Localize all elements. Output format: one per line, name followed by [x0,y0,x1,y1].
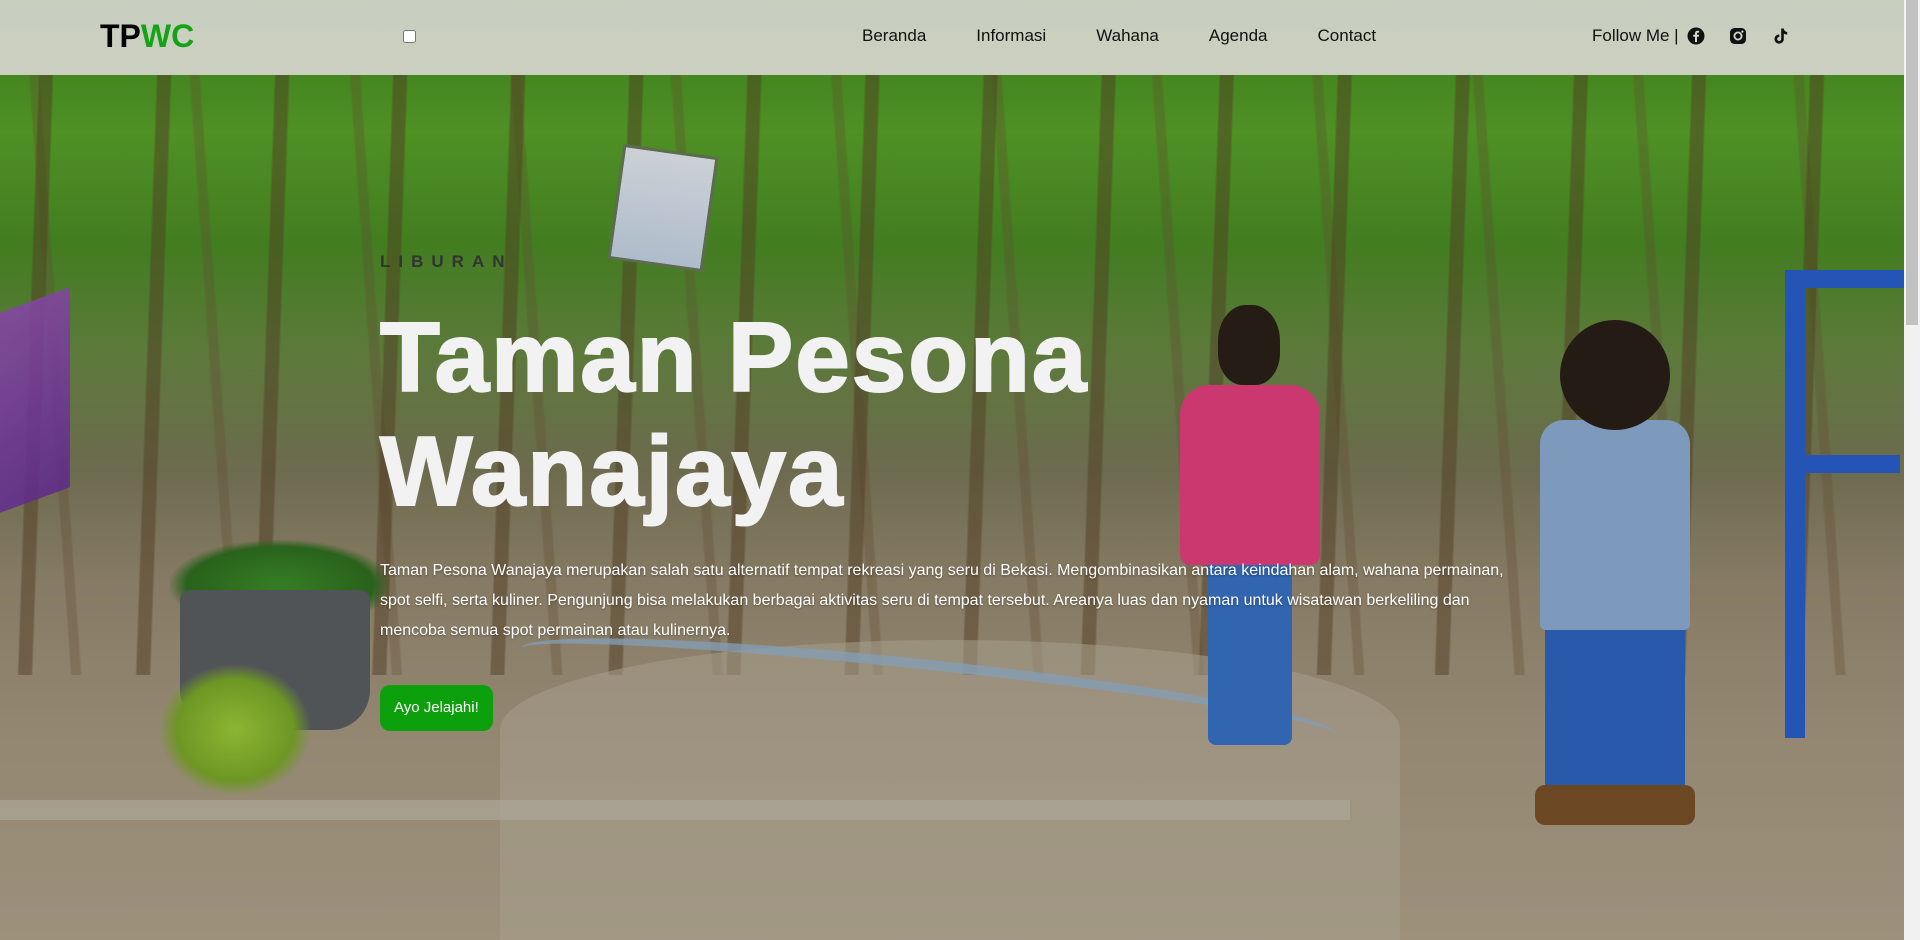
nav-link-beranda[interactable]: Beranda [862,26,926,46]
site-logo[interactable]: TPWC [100,17,194,55]
main-nav: Beranda Informasi Wahana Agenda Contact [862,26,1426,46]
scrollbar-thumb[interactable] [1906,0,1918,325]
social-follow: Follow Me | [1592,26,1789,46]
site-header: TPWC Beranda Informasi Wahana Agenda Con… [0,0,1904,75]
nav-link-wahana[interactable]: Wahana [1096,26,1159,46]
hero-description: Taman Pesona Wanajaya merupakan salah sa… [380,562,1504,639]
logo-text-primary: TP [100,18,141,54]
nav-link-informasi[interactable]: Informasi [976,26,1046,46]
follow-label: Follow Me | [1592,26,1679,45]
instagram-icon[interactable] [1729,27,1747,45]
page: TPWC Beranda Informasi Wahana Agenda Con… [0,0,1920,940]
nav-link-agenda[interactable]: Agenda [1209,26,1268,46]
hero-title: Taman Pesona Wanajaya [379,301,1089,527]
menu-toggle-checkbox[interactable] [403,30,416,43]
logo-text-accent: WC [140,18,195,54]
nav-link-contact[interactable]: Contact [1318,26,1377,46]
explore-button[interactable]: Ayo Jelajahi! [380,685,493,731]
facebook-icon[interactable] [1687,27,1705,45]
hero-content: LIBURAN Taman Pesona Wanajaya Taman Peso… [379,252,1520,731]
tiktok-icon[interactable] [1771,27,1789,45]
hero-eyebrow: LIBURAN [380,252,513,271]
